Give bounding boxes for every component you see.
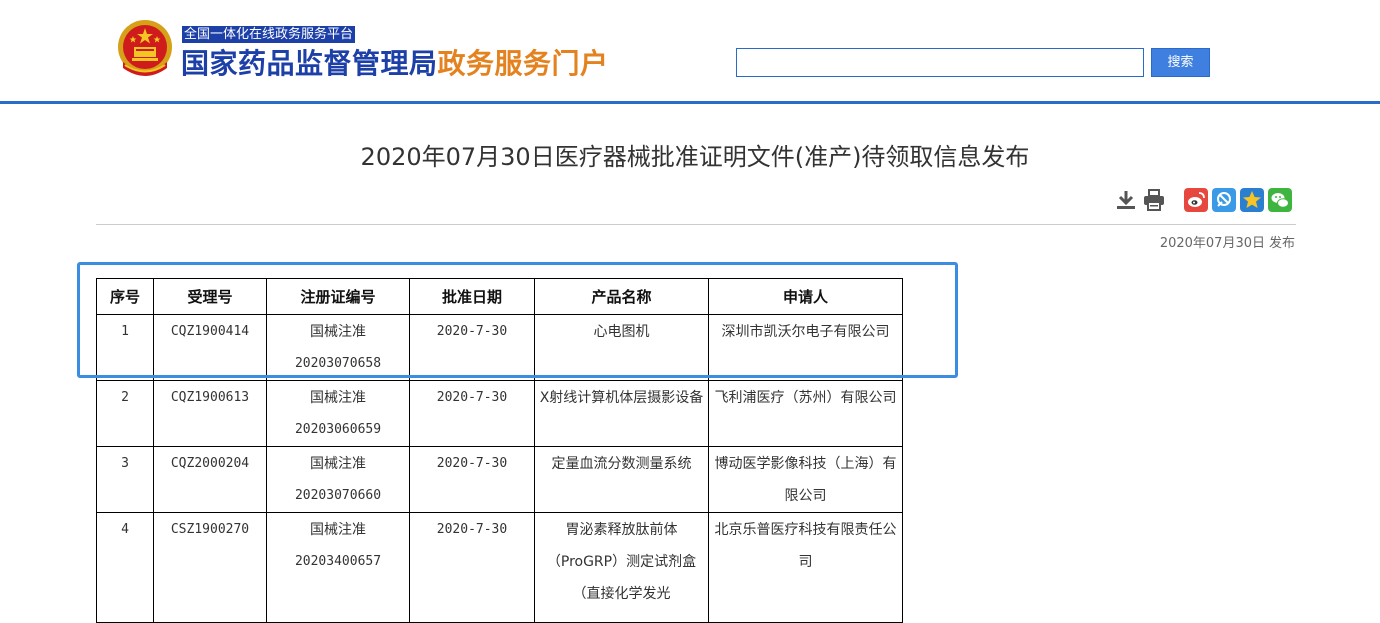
platform-subtitle: 全国一体化在线政务服务平台 (182, 26, 356, 43)
site-title[interactable]: 国家药品监督管理局政务服务门户 (181, 45, 609, 83)
col-header-accept-no: 受理号 (153, 278, 267, 315)
search-button[interactable]: 搜索 (1151, 48, 1210, 77)
publish-date: 2020年07月30日 发布 (1000, 235, 1295, 252)
cell-reg-no: 国械注准 20203070658 (266, 314, 410, 381)
national-emblem-logo[interactable] (115, 18, 175, 80)
search-input[interactable] (736, 48, 1144, 77)
cell-no: 2 (96, 380, 154, 447)
cell-accept-no: CSZ1900270 (153, 512, 267, 623)
favorite-star-icon[interactable] (1240, 188, 1264, 212)
cell-approval-date: 2020-7-30 (409, 446, 535, 513)
reg-no-line1: 国械注准 (310, 456, 366, 472)
reg-no-line2: 20203070660 (294, 488, 382, 503)
reg-no-line2: 20203070658 (294, 356, 382, 371)
cell-accept-no: CQZ1900613 (153, 380, 267, 447)
table-row: 4 CSZ1900270 国械注准 20203400657 2020-7-30 胃… (96, 512, 903, 623)
cell-approval-date: 2020-7-30 (409, 314, 535, 381)
approval-table: 序号 受理号 注册证编号 批准日期 产品名称 申请人 1 CQZ1900414 … (96, 278, 903, 623)
cell-no: 3 (96, 446, 154, 513)
col-header-no: 序号 (96, 278, 154, 315)
cell-applicant: 博动医学影像科技（上海）有限公司 (708, 446, 903, 513)
cell-product-name: 定量血流分数测量系统 (534, 446, 709, 513)
cell-applicant: 深圳市凯沃尔电子有限公司 (708, 314, 903, 381)
cell-applicant: 北京乐普医疗科技有限责任公司 (708, 512, 903, 623)
cell-applicant: 飞利浦医疗（苏州）有限公司 (708, 380, 903, 447)
cell-product-name: X射线计算机体层摄影设备 (534, 380, 709, 447)
site-title-accent: 政务服务门户 (437, 47, 609, 80)
site-header: 全国一体化在线政务服务平台 国家药品监督管理局政务服务门户 搜索 (0, 0, 1380, 104)
download-icon[interactable] (1114, 188, 1138, 212)
cell-approval-date: 2020-7-30 (409, 380, 535, 447)
publish-date-suffix: 发布 (1268, 236, 1295, 251)
article-title: 2020年07月30日医疗器械批准证明文件(准产)待领取信息发布 (360, 143, 1030, 171)
qzone-icon[interactable] (1212, 188, 1236, 212)
print-icon[interactable] (1142, 188, 1166, 212)
cell-reg-no: 国械注准 20203060659 (266, 380, 410, 447)
cell-no: 1 (96, 314, 154, 381)
cell-reg-no: 国械注准 20203070660 (266, 446, 410, 513)
cell-accept-no: CQZ1900414 (153, 314, 267, 381)
reg-no-line2: 20203400657 (294, 554, 382, 569)
header-divider (0, 101, 1380, 104)
reg-no-line1: 国械注准 (310, 324, 366, 340)
cell-reg-no: 国械注准 20203400657 (266, 512, 410, 623)
cell-approval-date: 2020-7-30 (409, 512, 535, 623)
cell-product-name: 胃泌素释放肽前体（ProGRP）测定试剂盒（直接化学发光 (534, 512, 709, 623)
cell-product-name: 心电图机 (534, 314, 709, 381)
col-header-applicant: 申请人 (708, 278, 903, 315)
col-header-product-name: 产品名称 (534, 278, 709, 315)
col-header-approval-date: 批准日期 (409, 278, 535, 315)
wechat-icon[interactable] (1268, 188, 1292, 212)
cell-accept-no: CQZ2000204 (153, 446, 267, 513)
weibo-icon[interactable] (1184, 188, 1208, 212)
site-title-main: 国家药品监督管理局 (181, 47, 438, 80)
reg-no-line2: 20203060659 (294, 422, 382, 437)
publish-date-value: 2020年07月30日 (1159, 236, 1265, 251)
table-row: 1 CQZ1900414 国械注准 20203070658 2020-7-30 心… (96, 314, 903, 381)
reg-no-line1: 国械注准 (310, 522, 366, 538)
reg-no-line1: 国械注准 (310, 390, 366, 406)
table-header-row: 序号 受理号 注册证编号 批准日期 产品名称 申请人 (96, 278, 903, 315)
col-header-reg-no: 注册证编号 (266, 278, 410, 315)
table-row: 2 CQZ1900613 国械注准 20203060659 2020-7-30 X… (96, 380, 903, 447)
cell-no: 4 (96, 512, 154, 623)
table-row: 3 CQZ2000204 国械注准 20203070660 2020-7-30 定… (96, 446, 903, 513)
title-divider (96, 224, 1296, 225)
